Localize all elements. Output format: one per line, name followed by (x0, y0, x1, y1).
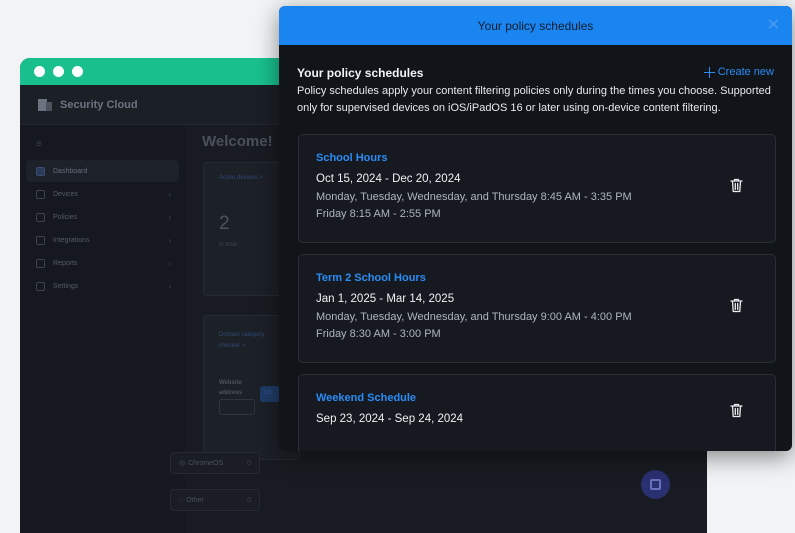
sidebar-item-label: Reports (53, 259, 78, 267)
close-icon[interactable] (766, 16, 782, 32)
sidebar-item-label: Integrations (53, 236, 90, 244)
window-minimize-dot[interactable] (53, 66, 64, 77)
policy-schedules-modal: Your policy schedules Your policy schedu… (279, 6, 792, 451)
section-title: Your policy schedules (297, 66, 424, 80)
devices-icon (36, 189, 45, 199)
sidebar-item-label: Policies (53, 213, 78, 221)
integrations-icon (36, 235, 45, 245)
os-count: 0 (247, 459, 251, 467)
window-close-dot[interactable] (34, 66, 45, 77)
help-chat-button[interactable] (641, 470, 670, 499)
page-title: Welcome! (202, 133, 273, 150)
sidebar-item-label: Dashboard (53, 167, 88, 175)
other-os-icon: ◌ (179, 496, 184, 504)
chevron-right-icon: › (168, 258, 171, 268)
settings-icon (36, 281, 45, 291)
sidebar: ≡ Dashboard Devices › Policies › Integra… (20, 125, 185, 533)
active-devices-link[interactable]: Active devices > (219, 175, 263, 181)
section-description: Policy schedules apply your content filt… (297, 85, 771, 114)
schedule-weekday-times: Monday, Tuesday, Wednesday, and Thursday… (316, 191, 632, 203)
sidebar-item-integrations[interactable]: Integrations › (26, 229, 179, 251)
schedule-card-school-hours[interactable]: School Hours Oct 15, 2024 - Dec 20, 2024… (298, 134, 776, 243)
sidebar-item-label: Settings (53, 282, 79, 290)
chevron-right-icon: › (168, 281, 171, 291)
schedule-date-range: Jan 1, 2025 - Mar 14, 2025 (316, 293, 455, 305)
sidebar-item-reports[interactable]: Reports › (26, 252, 179, 274)
policies-icon (36, 212, 45, 222)
brand-name: Security Cloud (60, 98, 138, 111)
sidebar-item-label: Devices (53, 190, 78, 198)
plus-icon (703, 66, 715, 78)
os-row-chromeos: ◎ ChromeOS 0 (170, 452, 260, 474)
schedule-date-range: Sep 23, 2024 - Sep 24, 2024 (316, 413, 464, 425)
trash-icon[interactable] (730, 178, 743, 193)
os-row-other: ◌ Other 0 (170, 489, 260, 511)
schedule-card-weekend-schedule[interactable]: Weekend Schedule Sep 23, 2024 - Sep 24, … (298, 374, 776, 451)
os-label: ChromeOS (188, 459, 224, 467)
schedule-friday-times: Friday 8:30 AM - 3:00 PM (316, 328, 441, 340)
chevron-right-icon: › (168, 235, 171, 245)
schedule-friday-times: Friday 8:15 AM - 2:55 PM (316, 208, 441, 220)
os-label: Other (186, 496, 204, 504)
trash-icon[interactable] (730, 298, 743, 313)
section-header: Your policy schedules Create new (297, 45, 774, 80)
os-count: 0 (247, 496, 251, 504)
modal-header: Your policy schedules (279, 6, 792, 45)
reports-icon (36, 258, 45, 268)
create-new-label: Create new (717, 66, 774, 78)
active-devices-count: 2 (219, 213, 230, 234)
dashboard-icon (36, 166, 45, 176)
create-new-button[interactable]: Create new (703, 66, 774, 78)
sidebar-item-settings[interactable]: Settings › (26, 275, 179, 297)
schedule-card-term-2-school-hours[interactable]: Term 2 School Hours Jan 1, 2025 - Mar 14… (298, 254, 776, 363)
sidebar-item-devices[interactable]: Devices › (26, 183, 179, 205)
schedule-name[interactable]: School Hours (316, 152, 758, 164)
chat-icon (650, 479, 661, 490)
trash-icon[interactable] (730, 403, 743, 418)
modal-title: Your policy schedules (477, 18, 594, 33)
chevron-right-icon: › (168, 189, 171, 199)
window-maximize-dot[interactable] (72, 66, 83, 77)
brand-logo-icon (38, 98, 52, 111)
schedule-date-range: Oct 15, 2024 - Dec 20, 2024 (316, 173, 461, 185)
schedule-name[interactable]: Term 2 School Hours (316, 272, 758, 284)
chrome-icon: ◎ (179, 460, 186, 467)
sidebar-collapse-icon[interactable]: ≡ (20, 139, 185, 159)
domain-checker-link[interactable]: Domain category checker > (219, 330, 279, 352)
active-devices-sub: in total (219, 242, 237, 248)
sidebar-item-policies[interactable]: Policies › (26, 206, 179, 228)
chevron-right-icon: › (168, 212, 171, 222)
sidebar-item-dashboard[interactable]: Dashboard (26, 160, 179, 182)
schedule-weekday-times: Monday, Tuesday, Wednesday, and Thursday… (316, 311, 632, 323)
schedule-name[interactable]: Weekend Schedule (316, 392, 758, 404)
